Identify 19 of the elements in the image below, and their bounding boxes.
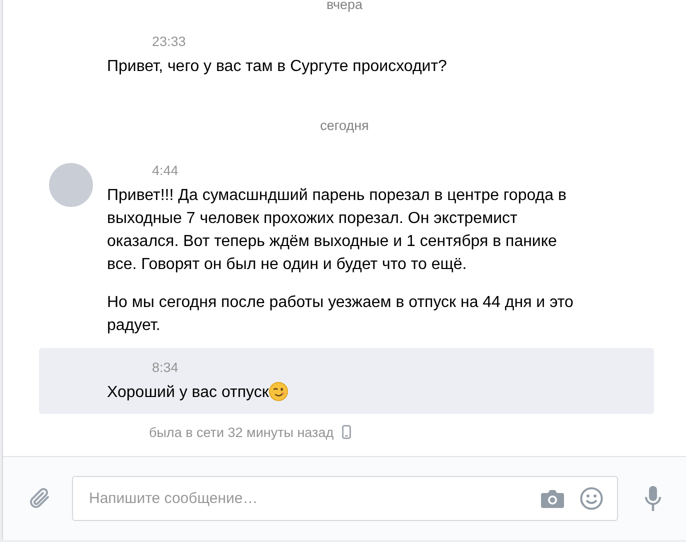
message-row[interactable]: 23:33 Привет, чего у вас там в Сургуте происходит? — [39, 22, 654, 88]
highlighted-message[interactable]: 8:34 Хороший у вас отпуск — [39, 348, 654, 414]
last-seen-text: была в сети 32 минуты назад — [149, 424, 334, 440]
date-separator: вчера — [326, 0, 363, 12]
phone-icon — [342, 425, 351, 439]
message-input[interactable]: Напишите сообщение… — [87, 489, 541, 508]
message-time: 8:34 — [152, 360, 180, 376]
microphone-icon[interactable] — [645, 485, 661, 512]
smiley-icon[interactable] — [580, 487, 603, 510]
camera-icon[interactable] — [541, 489, 564, 508]
message-text: Привет!!! Да сумасшндший парень порезал в центре города в выходные 7 человек прохожих порезал. Он экстремист оказался. Вот теперь ждём выходные и 1 сентября в панике все. Говорят он был не один и будет что то ещё. — [107, 186, 568, 275]
message-time: 23:33 — [152, 34, 187, 50]
date-separator: сегодня — [320, 118, 369, 133]
message-field[interactable]: Напишите сообщение… — [72, 476, 618, 521]
avatar[interactable] — [49, 163, 93, 207]
message-line: Хороший у вас отпуск — [107, 384, 269, 401]
message-time: 4:44 — [152, 163, 180, 179]
message-text: Привет, чего у вас там в Сургуте происходит? — [107, 57, 448, 77]
message-text: Но мы сегодня после работы уезжаем в отпуск на 44 дня и это радует. — [107, 293, 574, 336]
